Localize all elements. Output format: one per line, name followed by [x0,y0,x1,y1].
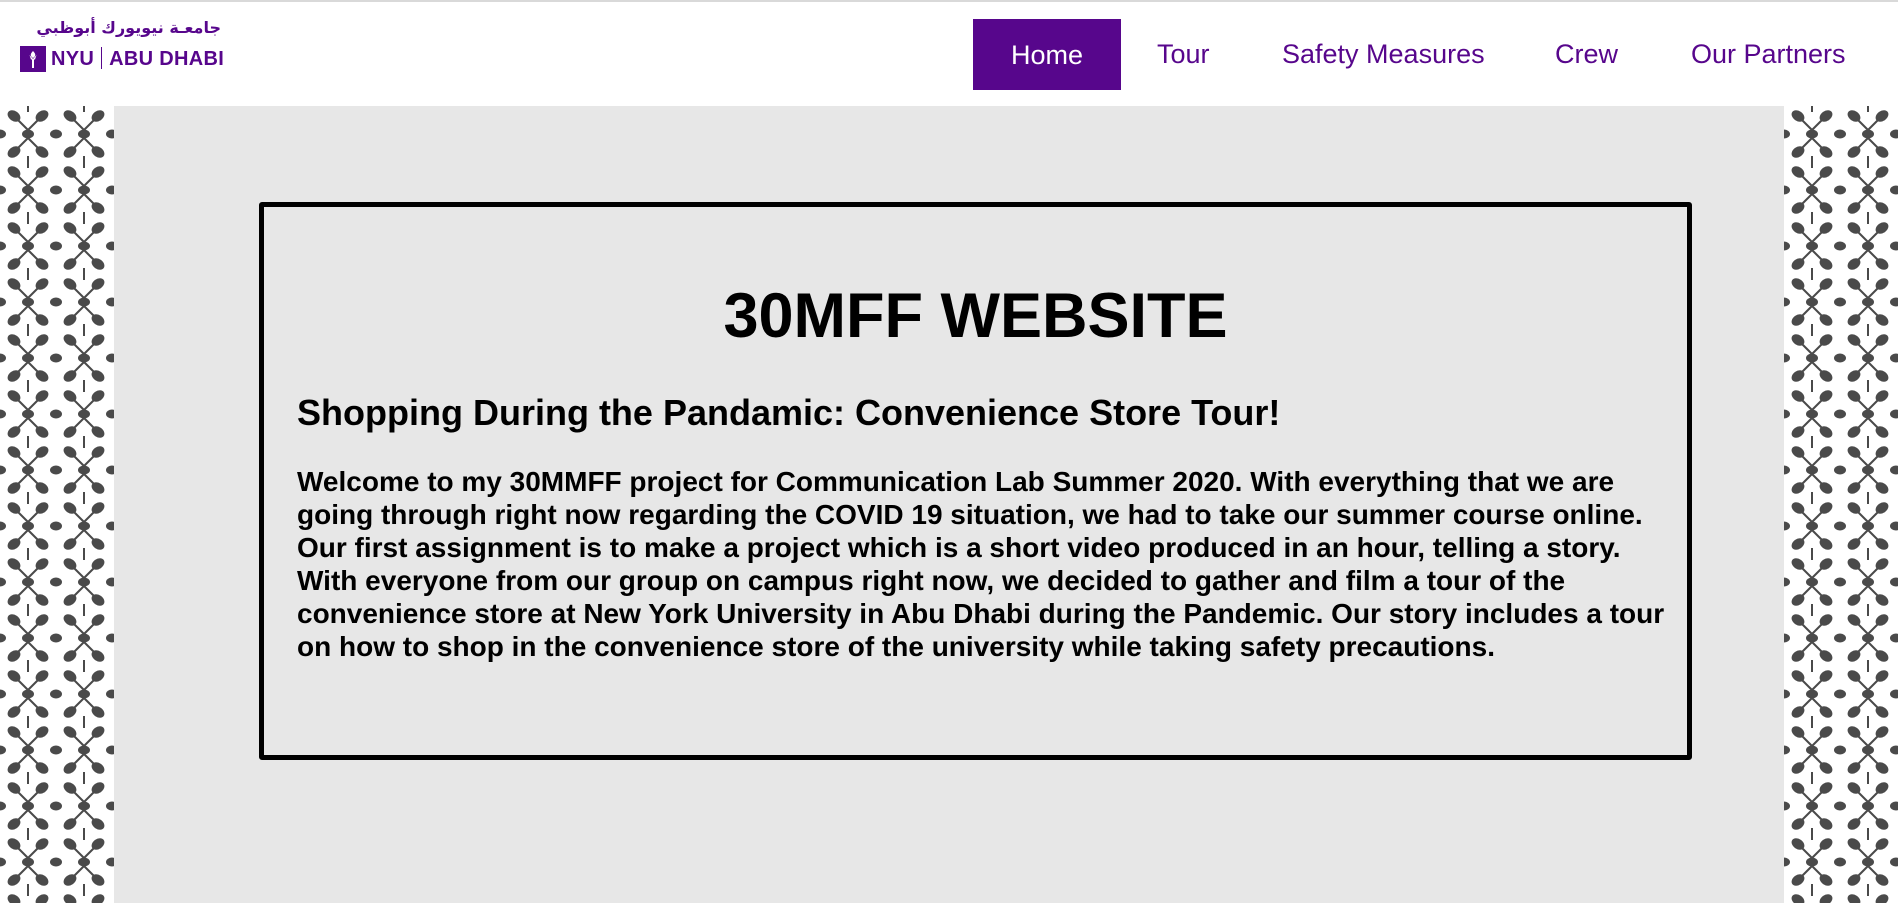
page-subtitle: Shopping During the Pandamic: Convenienc… [297,392,1281,433]
page-title: 30MFF WEBSITE [723,281,1228,351]
intro-card: 30MFF WEBSITE Shopping During the Pandam… [259,202,1692,760]
nav-home-link[interactable]: Home [973,19,1121,90]
nyu-torch-icon [20,46,46,72]
nav-crew-link[interactable]: Crew [1555,19,1618,90]
nyuad-logo[interactable]: جامعـة نيويورك أبوظبي NYU ABU DHABI [18,18,228,74]
logo-nyu-text: NYU [51,48,95,70]
logo-arabic-text: جامعـة نيويورك أبوظبي [36,18,221,37]
logo-separator [101,47,103,69]
nav-our-partners-link[interactable]: Our Partners [1691,19,1846,90]
nav-safety-measures-link[interactable]: Safety Measures [1282,19,1485,90]
logo-location-text: ABU DHABI [109,48,225,70]
main-content-area: 30MFF WEBSITE Shopping During the Pandam… [114,106,1784,903]
torch-flower-pattern-left [0,106,114,903]
nav-tour-link[interactable]: Tour [1157,19,1210,90]
intro-paragraph: Welcome to my 30MMFF project for Communi… [297,466,1665,662]
logo-wordmark: NYU ABU DHABI [51,47,224,71]
navigation-bar: جامعـة نيويورك أبوظبي NYU ABU DHABI Home … [0,2,1898,106]
right-decorative-pattern [1784,106,1898,903]
torch-flower-pattern-right [1784,106,1898,903]
left-decorative-pattern [0,106,114,903]
